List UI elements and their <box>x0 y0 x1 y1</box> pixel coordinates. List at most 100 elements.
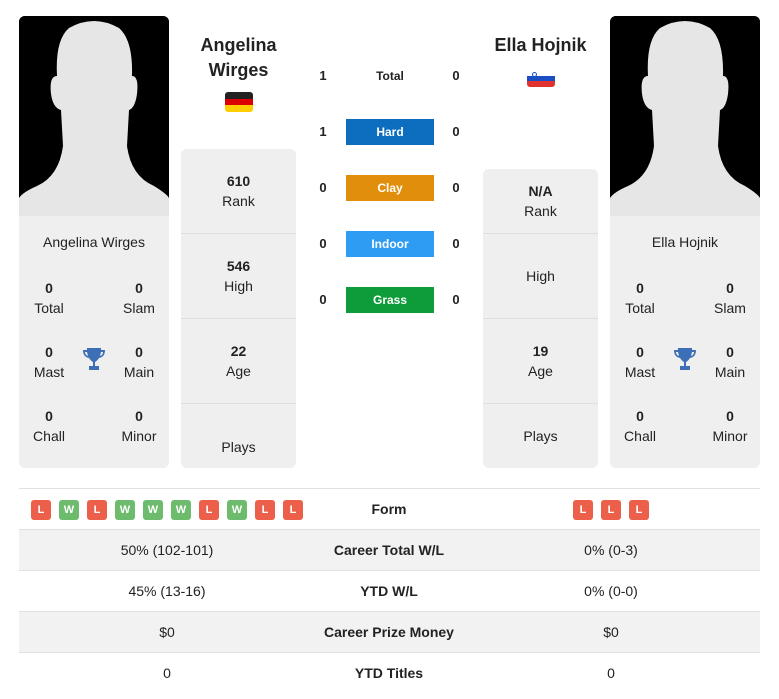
player2-form: LLL <box>463 489 759 530</box>
player2-photo <box>610 16 760 216</box>
player2-age: 19 Age <box>483 319 598 404</box>
form-badge-win[interactable]: W <box>115 499 135 520</box>
player2-value: $0 <box>603 624 619 640</box>
h2h-p1-value: 0 <box>319 292 327 307</box>
stats-row-ytd-wl: 45% (13-16) YTD W/L 0% (0-0) <box>19 571 760 612</box>
player1-name-line1: Angelina <box>200 35 277 55</box>
player1-high: 546 High <box>181 234 296 319</box>
stats-row-career-wl: 50% (102-101) Career Total W/L 0% (0-3) <box>19 530 760 571</box>
player1-plays: Plays <box>181 404 296 468</box>
form-badge-loss[interactable]: L <box>283 499 303 520</box>
h2h-row-clay: 0 Clay 0 <box>310 175 470 201</box>
h2h-row-total: 1 Total 0 <box>310 63 470 89</box>
form-badge-win[interactable]: W <box>227 499 247 520</box>
player2-name[interactable]: Ella Hojnik <box>483 33 598 58</box>
stats-label: Career Total W/L <box>333 542 445 558</box>
trophy-icon <box>83 348 105 370</box>
label: Minor <box>121 428 157 444</box>
label: Plays <box>523 428 558 444</box>
label: Minor <box>712 428 748 444</box>
form-badge-loss[interactable]: L <box>87 499 107 520</box>
h2h-p2-value: 0 <box>452 292 460 307</box>
player1-titles-mast: 0 Mast <box>19 342 79 382</box>
player1-titles-slam: 0 Slam <box>109 278 169 318</box>
h2h-p2-value: 0 <box>452 68 460 83</box>
stats-label: Career Prize Money <box>324 624 454 640</box>
label: High <box>526 268 555 284</box>
player2-titles-mast: 0 Mast <box>610 342 670 382</box>
surface-clay-button[interactable]: Clay <box>346 175 434 201</box>
player2-value: 0% (0-3) <box>584 542 638 558</box>
form-badge-win[interactable]: W <box>143 499 163 520</box>
label: Chall <box>33 428 65 444</box>
player2-rank-box: N/A Rank High 19 Age Plays <box>483 169 598 468</box>
stats-label: YTD W/L <box>360 583 418 599</box>
label: Slam <box>123 300 155 316</box>
player1-titles-total: 0 Total <box>19 278 79 318</box>
player2-high: High <box>483 234 598 319</box>
h2h-p1-value: 1 <box>319 68 327 83</box>
surface-indoor-button[interactable]: Indoor <box>346 231 434 257</box>
form-badge-win[interactable]: W <box>59 499 79 520</box>
value: 0 <box>636 280 644 296</box>
slovenia-flag-icon <box>527 70 555 87</box>
label: Mast <box>624 364 656 380</box>
value: 0 <box>45 280 53 296</box>
h2h-label-total: Total <box>376 69 404 83</box>
surface-grass-button[interactable]: Grass <box>346 287 434 313</box>
stats-label: Form <box>371 501 407 517</box>
form-badge-loss[interactable]: L <box>31 499 51 520</box>
form-badge-loss[interactable]: L <box>601 499 621 520</box>
value: 0 <box>135 280 143 296</box>
label: Total <box>34 300 64 316</box>
label: Mast <box>33 364 65 380</box>
player2-card-name: Ella Hojnik <box>651 234 719 250</box>
stats-row-form: LWLWWWLWLL Form LLL <box>19 489 760 530</box>
avatar-silhouette-icon <box>610 16 760 216</box>
form-badge-win[interactable]: W <box>171 499 191 520</box>
player1-form: LWLWWWLWLL <box>19 489 315 530</box>
value: 0 <box>45 408 53 424</box>
stats-label: YTD Titles <box>354 665 424 681</box>
value: 0 <box>636 408 644 424</box>
label: Main <box>123 364 155 380</box>
h2h-p1-value: 0 <box>319 236 327 251</box>
stats-table: LWLWWWLWLL Form LLL 50% (102-101) Career… <box>19 488 760 694</box>
player2-titles-minor: 0 Minor <box>700 406 760 446</box>
h2h-p1-value: 0 <box>319 180 327 195</box>
label: High <box>224 278 253 294</box>
player1-age: 22 Age <box>181 319 296 404</box>
value: 0 <box>726 280 734 296</box>
player2-titles-total: 0 Total <box>610 278 670 318</box>
player1-name[interactable]: Angelina Wirges <box>181 33 296 83</box>
value: 0 <box>135 408 143 424</box>
label: Plays <box>221 438 256 455</box>
player1-value: $0 <box>159 624 175 640</box>
player2-titles-slam: 0 Slam <box>700 278 760 318</box>
player1-titles-main: 0 Main <box>109 342 169 382</box>
stats-row-prize-money: $0 Career Prize Money $0 <box>19 612 760 653</box>
player1-titles-minor: 0 Minor <box>109 406 169 446</box>
form-badge-loss[interactable]: L <box>629 499 649 520</box>
value: 610 <box>226 173 251 189</box>
stats-row-ytd-titles: 0 YTD Titles 0 <box>19 653 760 694</box>
player1-titles-chall: 0 Chall <box>19 406 79 446</box>
trophy-icon <box>674 348 696 370</box>
player2-rank: N/A Rank <box>483 169 598 234</box>
player1-value: 50% (102-101) <box>120 542 214 558</box>
player1-card-name: Angelina Wirges <box>43 234 145 250</box>
player1-card: Angelina Wirges 0 Total 0 Slam 0 Mast 0 … <box>19 16 169 468</box>
germany-flag-icon <box>225 92 253 112</box>
label: Age <box>528 363 553 379</box>
player1-value: 0 <box>163 665 171 681</box>
form-badge-loss[interactable]: L <box>199 499 219 520</box>
label: Total <box>625 300 655 316</box>
h2h-p2-value: 0 <box>452 236 460 251</box>
form-badge-loss[interactable]: L <box>255 499 275 520</box>
form-badge-loss[interactable]: L <box>573 499 593 520</box>
value: 0 <box>135 344 143 360</box>
value: N/A <box>528 183 553 199</box>
label: Chall <box>624 428 656 444</box>
surface-hard-button[interactable]: Hard <box>346 119 434 145</box>
player1-rank-box: 610 Rank 546 High 22 Age Plays <box>181 149 296 468</box>
